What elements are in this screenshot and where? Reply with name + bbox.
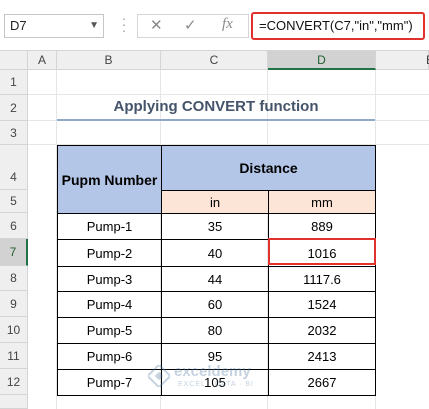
cell-pump[interactable]: Pump-3 xyxy=(57,266,162,292)
exceldemy-watermark: exceldemy EXCEL · DATA · BI xyxy=(148,363,288,393)
cell-pump[interactable]: Pump-2 xyxy=(57,239,162,267)
cell-in[interactable]: 60 xyxy=(161,291,269,318)
column-header-e[interactable]: E xyxy=(376,51,429,70)
column-header-c[interactable]: C xyxy=(161,51,268,70)
cell-mm[interactable]: 889 xyxy=(268,213,376,240)
cell-in[interactable]: 80 xyxy=(161,317,269,344)
cell-in[interactable]: 35 xyxy=(161,213,269,240)
cell-mm[interactable]: 2032 xyxy=(268,317,376,344)
enter-icon[interactable]: ✓ xyxy=(184,16,197,34)
watermark-logo-icon xyxy=(148,365,170,387)
column-header-b[interactable]: B xyxy=(57,51,161,70)
selected-cell-outline xyxy=(268,238,376,265)
row-header-7[interactable]: 7 xyxy=(0,239,28,266)
fx-icon[interactable]: fx xyxy=(222,16,233,33)
cell-pump[interactable]: Pump-6 xyxy=(57,343,162,370)
cell-pump[interactable]: Pump-7 xyxy=(57,369,162,396)
column-header-a[interactable]: A xyxy=(28,51,57,70)
cell-pump[interactable]: Pump-4 xyxy=(57,291,162,318)
title-underline xyxy=(57,119,375,121)
row-header-4[interactable]: 4 xyxy=(0,145,28,190)
row-header-3[interactable]: 3 xyxy=(0,121,28,145)
row-header-1[interactable]: 1 xyxy=(0,70,28,95)
header-unit-mm[interactable]: mm xyxy=(268,190,376,214)
row-header-11[interactable]: 11 xyxy=(0,343,28,369)
row-header-12[interactable]: 12 xyxy=(0,369,28,395)
cell-pump[interactable]: Pump-5 xyxy=(57,317,162,344)
sheet-title: Applying CONVERT function xyxy=(113,98,319,115)
cancel-icon[interactable]: ✕ xyxy=(150,16,163,34)
row-header-9[interactable]: 9 xyxy=(0,291,28,317)
row-header-6[interactable]: 6 xyxy=(0,213,28,239)
chevron-down-icon[interactable]: ▼ xyxy=(89,15,99,37)
row-header-5[interactable]: 5 xyxy=(0,190,28,213)
cell-mm[interactable]: 1524 xyxy=(268,291,376,318)
header-unit-in[interactable]: in xyxy=(161,190,269,214)
drag-handle-icon[interactable]: · · · xyxy=(118,11,130,37)
watermark-tagline: EXCEL · DATA · BI xyxy=(178,381,254,388)
name-box-value: D7 xyxy=(10,18,27,33)
formula-controls: ✕ ✓ fx xyxy=(137,14,249,38)
row-header-13[interactable] xyxy=(0,395,28,409)
row-header-10[interactable]: 10 xyxy=(0,317,28,343)
cell-in[interactable]: 40 xyxy=(161,239,269,267)
column-header-d[interactable]: D xyxy=(268,51,376,70)
watermark-name: exceldemy xyxy=(174,363,251,380)
row-header-8[interactable]: 8 xyxy=(0,266,28,291)
name-box[interactable]: D7 ▼ xyxy=(4,14,104,38)
row-header-2[interactable]: 2 xyxy=(0,95,28,121)
cell-mm[interactable]: 1117.6 xyxy=(268,266,376,292)
header-pump-number[interactable]: Pupm Number xyxy=(57,145,162,214)
select-all-corner[interactable] xyxy=(0,51,28,70)
formula-input[interactable]: =CONVERT(C7,"in","mm") xyxy=(251,12,425,40)
cell-in[interactable]: 44 xyxy=(161,266,269,292)
header-distance[interactable]: Distance xyxy=(161,145,376,191)
cell-pump[interactable]: Pump-1 xyxy=(57,213,162,240)
